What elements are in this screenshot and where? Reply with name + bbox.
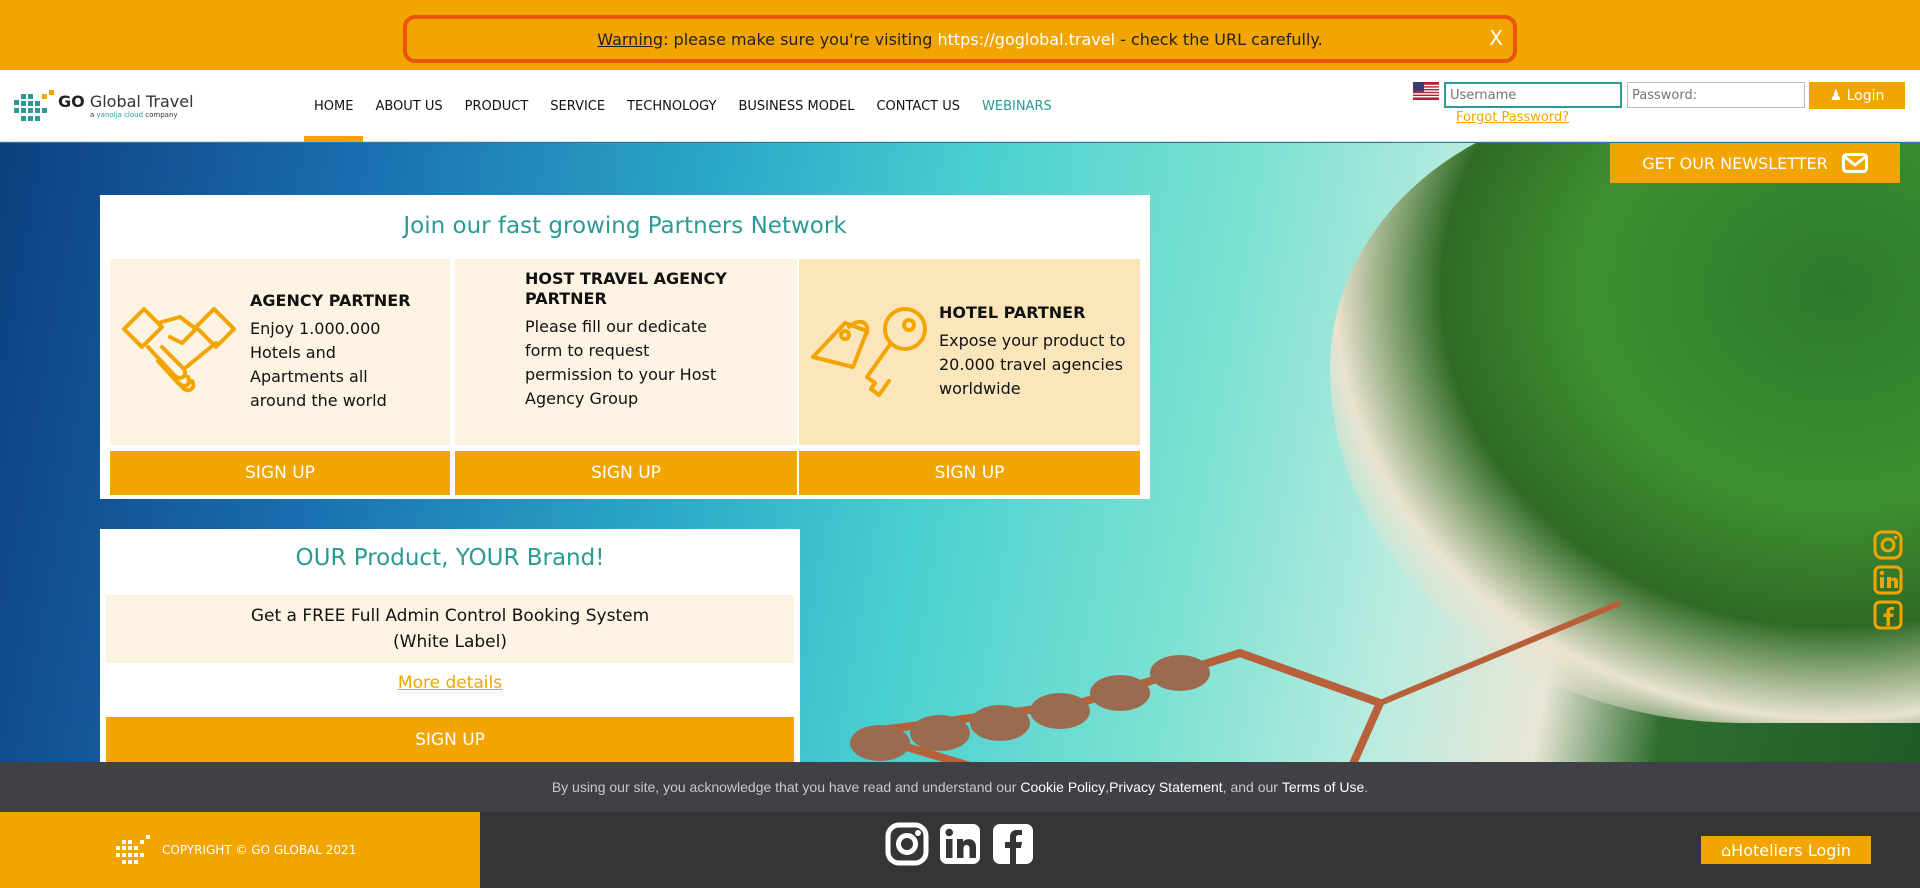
hotel-partner-title: HOTEL PARTNER xyxy=(939,303,1086,322)
partners-title: Join our fast growing Partners Network xyxy=(403,213,847,239)
white-label-product-card: OUR Product, YOUR Brand! Get a FREE Full… xyxy=(100,529,800,762)
site-logo[interactable]: GO Global Travel a yanolja cloud company xyxy=(14,88,194,124)
hoteliers-login-button[interactable]: ⌂ Hoteliers Login xyxy=(1701,836,1871,864)
host-agency-partner-title: HOST TRAVEL AGENCY PARTNER xyxy=(525,269,727,308)
privacy-statement-link[interactable]: Privacy Statement xyxy=(1109,779,1223,795)
warning-text-before: : please make sure you're visiting xyxy=(663,29,938,49)
logo-title: GO Global Travel xyxy=(58,91,194,111)
product-headline: Get a FREE Full Admin Control Booking Sy… xyxy=(250,606,650,626)
agency-partner-title: AGENCY PARTNER xyxy=(250,291,411,310)
host-agency-partner-desc: Please fill our dedicate form to request… xyxy=(525,317,717,408)
more-details-link[interactable]: More details xyxy=(100,673,800,693)
footer-linkedin-icon[interactable] xyxy=(938,822,982,866)
logo-subtitle: a yanolja cloud company xyxy=(90,110,178,119)
hotel-partner-desc: Expose your product to 20.000 travel age… xyxy=(939,331,1126,398)
nav-contact-us[interactable]: CONTACT US xyxy=(876,70,960,142)
host-agency-partner-card: HOST TRAVEL AGENCY PARTNER Please fill o… xyxy=(455,259,797,495)
nav-business-model[interactable]: BUSINESS MODEL xyxy=(738,70,854,142)
host-agency-signup-button[interactable]: SIGN UP xyxy=(455,451,797,495)
product-signup-button[interactable]: SIGN UP xyxy=(106,717,794,762)
hotel-partner-card: HOTEL PARTNER Expose your product to 20.… xyxy=(799,259,1140,495)
agency-partner-desc: Enjoy 1.000.000 Hotels and Apartments al… xyxy=(250,319,387,410)
nav-about-us[interactable]: ABOUT US xyxy=(375,70,442,142)
linkedin-icon[interactable] xyxy=(1872,564,1904,596)
hotel-signup-button[interactable]: SIGN UP xyxy=(799,451,1140,495)
nav-webinars[interactable]: WEBINARS xyxy=(982,70,1052,142)
footer-right: ⌂ Hoteliers Login xyxy=(480,812,1920,888)
handshake-icon xyxy=(122,307,236,393)
terms-of-use-link[interactable]: Terms of Use xyxy=(1282,779,1364,795)
user-icon: ♟ xyxy=(1829,87,1847,104)
newsletter-button[interactable]: GET OUR NEWSLETTER xyxy=(1610,143,1900,183)
product-highlight-box: Get a FREE Full Admin Control Booking Sy… xyxy=(106,595,794,663)
warning-bar: Warning: please make sure you're visitin… xyxy=(0,0,1920,70)
footer-social-links xyxy=(885,822,1044,866)
nav-technology[interactable]: TECHNOLOGY xyxy=(627,70,716,142)
forgot-password-link[interactable]: Forgot Password? xyxy=(1456,110,1569,125)
copyright-text: COPYRIGHT © GO GLOBAL 2021 xyxy=(162,843,357,857)
main-nav: HOME ABOUT US PRODUCT SERVICE TECHNOLOGY… xyxy=(303,70,1074,142)
side-social-bar xyxy=(1872,529,1904,634)
facebook-icon[interactable] xyxy=(1872,599,1904,631)
password-input[interactable] xyxy=(1627,82,1805,108)
warning-url: https://goglobal.travel xyxy=(937,29,1116,49)
agency-signup-button[interactable]: SIGN UP xyxy=(110,451,450,495)
product-title: OUR Product, YOUR Brand! xyxy=(295,545,605,571)
footer-instagram-icon[interactable] xyxy=(885,822,929,866)
cookie-notice-bar: By using our site, you acknowledge that … xyxy=(0,762,1920,812)
instagram-icon[interactable] xyxy=(1872,529,1904,561)
footer-left: COPYRIGHT © GO GLOBAL 2021 xyxy=(0,812,480,888)
login-button[interactable]: ♟ Login xyxy=(1809,82,1905,109)
nav-service[interactable]: SERVICE xyxy=(550,70,605,142)
envelope-icon xyxy=(1841,153,1868,173)
warning-text-after: - check the URL carefully. xyxy=(1115,29,1323,49)
us-flag-icon[interactable] xyxy=(1413,82,1439,100)
footer-logo-icon xyxy=(116,835,150,864)
nav-home[interactable]: HOME xyxy=(303,70,365,142)
logo-mark-icon xyxy=(14,88,54,124)
warning-close-button[interactable]: X xyxy=(1489,26,1503,50)
home-icon: ⌂ xyxy=(1721,840,1732,860)
nav-product[interactable]: PRODUCT xyxy=(465,70,529,142)
site-header: GO Global Travel a yanolja cloud company… xyxy=(0,70,1920,142)
partners-network-card: Join our fast growing Partners Network A… xyxy=(100,195,1150,499)
username-input[interactable] xyxy=(1444,82,1622,108)
product-subline: (White Label) xyxy=(393,632,507,652)
agency-partner-card: AGENCY PARTNER Enjoy 1.000.000 Hotels an… xyxy=(110,259,450,495)
footer-facebook-icon[interactable] xyxy=(991,822,1035,866)
warning-box: Warning: please make sure you're visitin… xyxy=(403,15,1517,63)
warning-label: Warning xyxy=(597,29,664,49)
cookie-text: By using our site, you acknowledge that … xyxy=(551,779,1017,795)
cookie-policy-link[interactable]: Cookie Policy xyxy=(1020,779,1105,795)
key-tag-icon xyxy=(811,307,927,397)
